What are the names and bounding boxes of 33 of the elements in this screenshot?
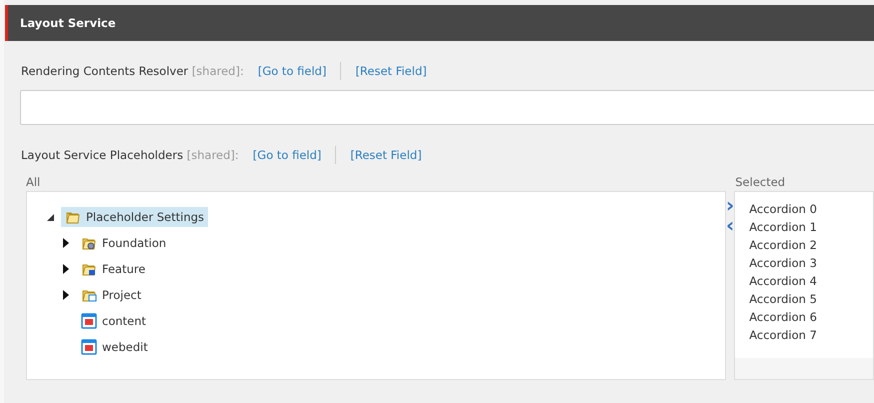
selected-item[interactable]: Accordion 5 <box>749 290 874 308</box>
tree-item[interactable]: Feature <box>77 259 150 279</box>
grid-icon <box>81 313 97 329</box>
field-label: Rendering Contents Resolver [shared]: <box>21 64 244 78</box>
expand-icon[interactable] <box>63 238 69 248</box>
selected-item[interactable]: Accordion 3 <box>749 254 874 272</box>
selected-item[interactable]: Accordion 1 <box>749 218 874 236</box>
move-button[interactable]: ‹ <box>726 215 734 235</box>
selected-item[interactable]: Accordion 7 <box>749 326 874 344</box>
field-link[interactable]: [Reset Field] <box>355 64 427 78</box>
grid-icon <box>81 339 97 355</box>
expand-icon[interactable] <box>63 264 69 274</box>
field-link[interactable]: [Go to field] <box>258 64 326 78</box>
move-button[interactable]: › <box>726 195 734 215</box>
collapse-icon[interactable] <box>47 214 54 220</box>
field-link[interactable]: [Go to field] <box>252 148 322 162</box>
selected-item[interactable]: Accordion 4 <box>749 272 874 290</box>
section-header[interactable]: Layout Service <box>5 5 874 41</box>
expand-icon[interactable] <box>63 290 69 300</box>
tree-item[interactable]: content <box>77 311 150 331</box>
selected-item[interactable]: Accordion 2 <box>749 236 874 254</box>
section-title: Layout Service <box>20 16 116 30</box>
selected-item[interactable]: Accordion 0 <box>749 200 874 218</box>
input-field[interactable] <box>20 90 874 125</box>
field-link[interactable]: [Reset Field] <box>350 148 422 162</box>
selected-item[interactable]: Accordion 6 <box>749 308 874 326</box>
tree-item[interactable]: Project <box>77 285 146 305</box>
tree-item[interactable]: webedit <box>77 337 152 357</box>
field-label: Layout Service Placeholders [shared]: <box>21 148 239 162</box>
tree-item[interactable]: Foundation <box>77 233 170 253</box>
all-label: All <box>26 174 42 191</box>
tree-item[interactable]: Placeholder Settings <box>61 207 208 227</box>
selected-label: Selected <box>734 174 786 191</box>
